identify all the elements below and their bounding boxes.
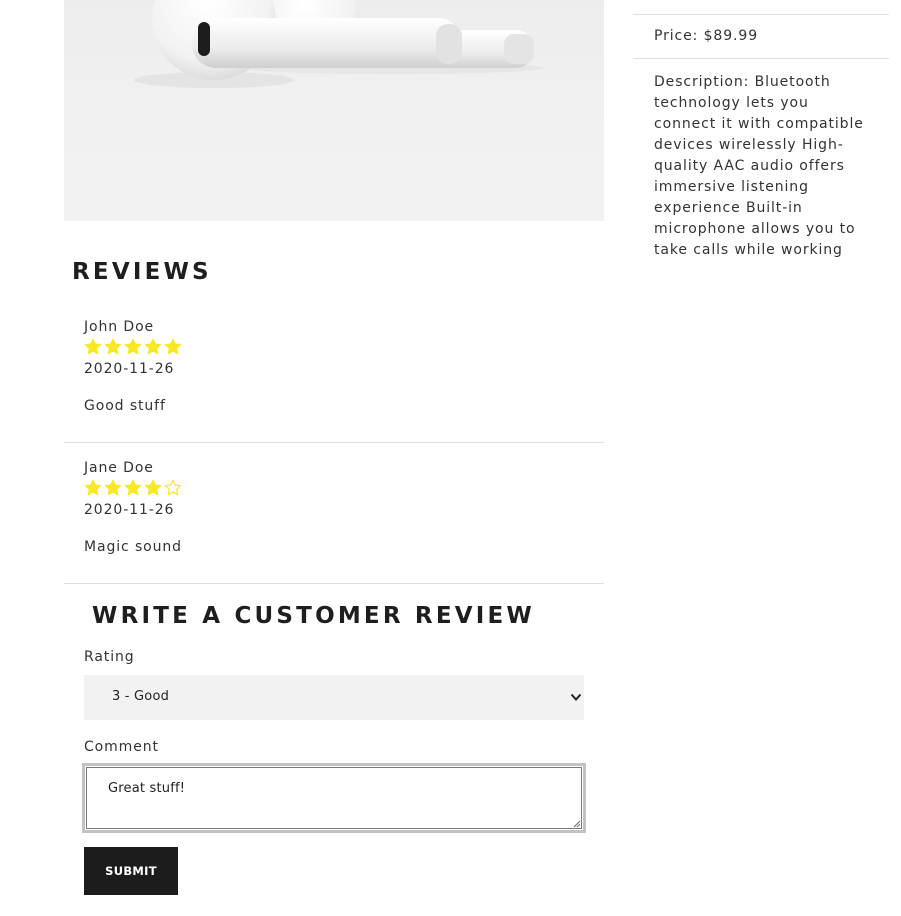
star-filled-icon: [104, 479, 122, 497]
star-filled-icon: [124, 479, 142, 497]
write-review-heading: WRITE A CUSTOMER REVIEW: [92, 603, 535, 629]
star-filled-icon: [84, 479, 102, 497]
product-image: [64, 0, 604, 221]
review-date: 2020-11-26: [84, 502, 175, 518]
earbuds-icon: [134, 0, 544, 88]
comment-label: Comment: [84, 739, 159, 755]
star-filled-icon: [124, 338, 142, 356]
textarea-border: [86, 767, 582, 829]
star-empty-icon: [164, 479, 182, 497]
rating-stars: [84, 338, 182, 356]
reviewer-name: John Doe: [84, 319, 155, 335]
star-filled-icon: [104, 338, 122, 356]
resize-handle-icon[interactable]: [573, 820, 581, 828]
price-row: Price: $89.99: [633, 14, 889, 59]
rating-stars: [84, 479, 182, 497]
submit-button[interactable]: SUBMIT: [84, 847, 178, 895]
product-description: Description: Bluetooth technology lets y…: [654, 74, 864, 258]
rating-select-value: 3 - Good: [112, 689, 170, 704]
star-filled-icon: [144, 338, 162, 356]
comment-textarea-value: Great stuff!: [108, 781, 186, 796]
review-comment: Magic sound: [84, 539, 182, 555]
comment-textarea[interactable]: Great stuff!: [82, 763, 586, 833]
review-item: Jane Doe 2020-11-26 Magic sound: [64, 443, 604, 584]
product-price: Price: $89.99: [654, 28, 759, 44]
review-date: 2020-11-26: [84, 361, 175, 377]
chevron-down-icon: [570, 693, 582, 701]
rating-label: Rating: [84, 649, 135, 665]
reviewer-name: Jane Doe: [84, 460, 154, 476]
star-filled-icon: [164, 338, 182, 356]
star-filled-icon: [144, 479, 162, 497]
star-filled-icon: [84, 338, 102, 356]
reviews-heading: REVIEWS: [72, 259, 212, 285]
rating-select[interactable]: 3 - Good: [84, 675, 584, 720]
review-comment: Good stuff: [84, 398, 166, 414]
review-item: John Doe 2020-11-26 Good stuff: [64, 302, 604, 443]
